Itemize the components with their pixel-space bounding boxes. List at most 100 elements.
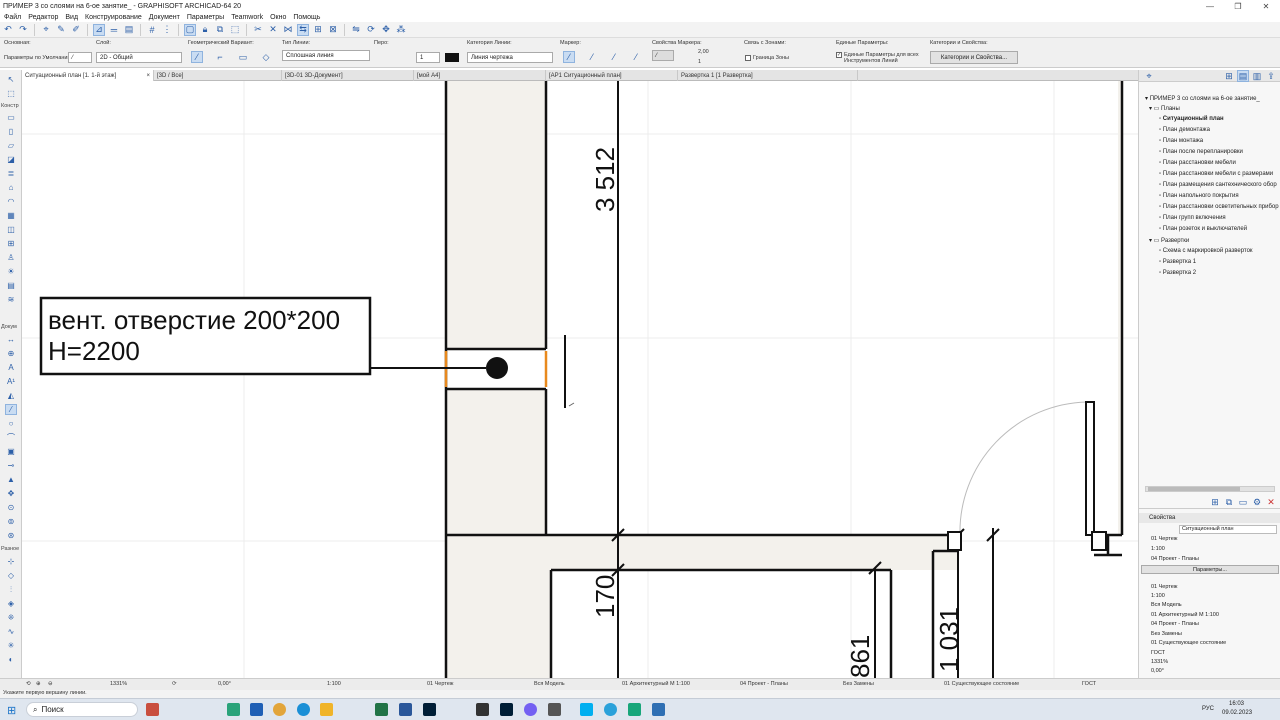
marker-none-icon[interactable]: ⁄ [563, 51, 575, 63]
rotate-view-icon[interactable]: ⟳ [172, 681, 177, 687]
door-frame-right[interactable] [1091, 531, 1107, 551]
nav-item-plan-5[interactable]: ▫ План расстановки мебели с размерами [1159, 171, 1273, 177]
tab-close-icon[interactable]: × [146, 73, 150, 79]
polyline-tool-icon[interactable]: ⌒ [5, 432, 17, 443]
prop-row[interactable]: 01 Чертеж [1151, 584, 1177, 590]
layer-combination-value[interactable]: 01 Чертеж [427, 681, 453, 687]
window-tool-icon[interactable]: ⊞ [5, 238, 17, 249]
group-icon[interactable]: ⧉ [214, 24, 226, 36]
menu-options[interactable]: Параметры [187, 14, 224, 21]
clock-time[interactable]: 16:03 [1229, 701, 1244, 707]
marker-start-icon[interactable]: ⁄ [586, 51, 598, 63]
pen-set-value[interactable]: 01 Архитектурный М 1:100 [622, 681, 690, 687]
photoshop-2-icon[interactable] [500, 703, 513, 716]
clock-date[interactable]: 09.02.2023 [1222, 710, 1252, 716]
door-swing-arc[interactable] [959, 401, 1088, 536]
lock-icon[interactable]: 🔒︎ [199, 24, 211, 36]
app-icon-3[interactable] [227, 703, 240, 716]
line-tool-icon[interactable]: ⁄ [5, 404, 17, 415]
tab-3d-all[interactable]: [3D / Все] [154, 70, 282, 81]
language-indicator[interactable]: РУС [1202, 706, 1214, 712]
dimension-text-1031[interactable]: 1 031 [934, 607, 964, 672]
grid-icon[interactable]: # [146, 24, 158, 36]
undo-zoom-icon[interactable]: ⟲ [26, 681, 31, 687]
rectangle-icon[interactable]: ▭ [237, 51, 249, 63]
nav-item-plan-9[interactable]: ▫ План групп включения [1159, 215, 1226, 221]
scrollbar-thumb[interactable] [1148, 487, 1240, 491]
floor-plan-drawing[interactable]: вент. отверстие 200*200 H=2200 3 512 170… [22, 81, 1138, 678]
wall-fill-horizontal[interactable] [446, 535, 958, 570]
selection-rect-icon[interactable]: ▢ [184, 23, 196, 36]
nav-item-elev-2[interactable]: ▫ Развертка 2 [1159, 270, 1196, 276]
line-preview-field[interactable]: ⁄ [68, 52, 92, 63]
figure-tool-icon[interactable]: ✳ [5, 640, 17, 651]
worksheet-tool-icon[interactable]: ⊙ [5, 502, 17, 513]
tab-layout-site-plan[interactable]: [АР1 Ситуационный план] [546, 70, 678, 81]
nav-root[interactable]: ▾ ПРИМЕР 3 со слоями на 6-ое занятие_ [1145, 95, 1260, 102]
explorer-icon[interactable] [320, 703, 333, 716]
mirror-icon[interactable]: ⇋ [350, 24, 362, 36]
menu-file[interactable]: Файл [4, 14, 21, 21]
drawing-tool-icon[interactable]: ▣ [5, 446, 17, 457]
door-tool-icon[interactable]: ◫ [5, 224, 17, 235]
suspend-groups-icon[interactable]: ⬚ [229, 24, 241, 36]
object-tool-icon[interactable]: ♙ [5, 252, 17, 263]
view-map-icon[interactable]: ▤ [1237, 70, 1249, 82]
layout-book-icon[interactable]: ▥ [1251, 70, 1263, 82]
settings-icon[interactable]: ⚙ [1251, 496, 1263, 508]
section-tool-icon[interactable]: ⊸ [5, 460, 17, 471]
zoom-in-icon[interactable]: ⊕ [36, 681, 41, 687]
prop-row[interactable]: 01 Чертеж [1151, 536, 1177, 542]
stair-tool-icon[interactable]: ≣ [5, 168, 17, 179]
label-tool-icon[interactable]: A¹ [5, 376, 17, 387]
menu-edit[interactable]: Редактор [28, 14, 58, 21]
navigator-pin-icon[interactable]: ⌖ [1143, 70, 1155, 82]
unified-check-box[interactable]: ✓ [836, 52, 842, 58]
intersect-icon[interactable]: ✕ [267, 24, 279, 36]
text-tool-icon[interactable]: A [5, 362, 17, 373]
category-select[interactable]: Линия чертежа [467, 52, 553, 63]
delete-icon[interactable]: ✕ [1265, 496, 1277, 508]
layer-select[interactable]: 2D - Общий [96, 52, 182, 63]
nav-item-plan-4[interactable]: ▫ План расстановки мебели [1159, 160, 1236, 166]
vent-opening-symbol[interactable] [486, 357, 508, 379]
edge-icon[interactable] [297, 703, 310, 716]
multiply-icon[interactable]: ⁂ [395, 24, 407, 36]
wall-fill-upper[interactable] [446, 81, 546, 349]
line-type-select[interactable]: Сплошная линия [282, 50, 370, 61]
dimension-lines[interactable] [611, 81, 1000, 678]
nav-item-plan-1[interactable]: ▫ План демонтажа [1159, 127, 1210, 133]
pick-up-icon[interactable]: ⌖ [40, 24, 52, 36]
prop-row[interactable]: ГОСТ [1151, 650, 1165, 656]
menu-view[interactable]: Вид [65, 14, 78, 21]
taskbar-search[interactable]: ⌕ Поиск [26, 702, 138, 717]
unified-checkbox[interactable]: ✓ Единые Параметры для всех Инструментов… [836, 52, 928, 64]
zone-border-checkbox[interactable]: Граница Зоны [745, 55, 789, 61]
grid-tool-icon[interactable]: ⊹ [5, 556, 17, 567]
tab-site-plan[interactable]: Ситуационный план [1. 1-й этаж] × [22, 70, 154, 81]
slab-tool-icon[interactable]: ◪ [5, 154, 17, 165]
drag-icon[interactable]: ✥ [380, 24, 392, 36]
nav-item-elev-1[interactable]: ▫ Развертка 1 [1159, 259, 1196, 265]
dimension-text-861[interactable]: 861 [845, 635, 875, 678]
prop-row[interactable]: 1:100 [1151, 593, 1165, 599]
viber-icon[interactable] [524, 703, 537, 716]
prop-row[interactable]: 04 Проект - Планы [1151, 556, 1199, 562]
pen-color-swatch[interactable] [445, 53, 459, 62]
dimension-standard-value[interactable]: ГОСТ [1082, 681, 1096, 687]
nav-item-plan-10[interactable]: ▫ План розеток и выключателей [1159, 226, 1247, 232]
camera-tool-icon[interactable]: ◐ [5, 654, 17, 665]
skylight-tool-icon[interactable]: ◇ [5, 570, 17, 581]
marker-end-icon[interactable]: ⁄ [608, 51, 620, 63]
menu-window[interactable]: Окно [270, 14, 286, 21]
photoshop-icon[interactable] [423, 703, 436, 716]
beam-tool-icon[interactable]: ▱ [5, 140, 17, 151]
radial-dim-icon[interactable]: ∿ [5, 626, 17, 637]
view-name-field[interactable]: Ситуационный план [1179, 525, 1277, 534]
interior-elev-icon[interactable]: ✥ [5, 488, 17, 499]
start-icon[interactable]: ⊞ [7, 704, 16, 717]
zone-tool-icon[interactable]: ▤ [5, 280, 17, 291]
tab-elevation-1[interactable]: Развертка 1 [1 Развертка] [678, 70, 858, 81]
straight-line-icon[interactable]: ⁄ [191, 51, 203, 63]
polyline-icon[interactable]: ⌐ [214, 51, 226, 63]
